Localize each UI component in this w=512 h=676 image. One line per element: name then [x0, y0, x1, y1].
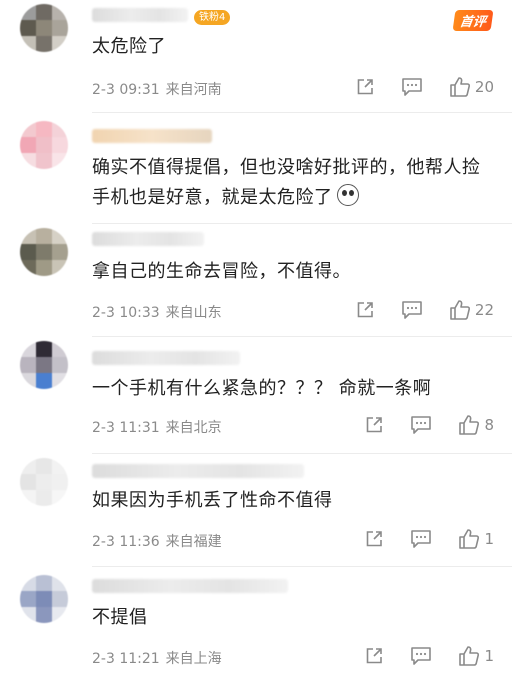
comment-location: 来自福建 [165, 534, 222, 550]
share-icon [367, 531, 383, 547]
comment-text: 太危险了 [92, 36, 166, 57]
like-button[interactable]: 20 [449, 76, 494, 98]
comment-item: 铁粉4 首评 太危险了 2-3 09:31 来自河南 20 [0, 0, 512, 112]
comment-icon [411, 647, 432, 665]
thumbs-up-icon [450, 300, 470, 320]
comment-actions: 22 [355, 299, 494, 321]
comment-meta: 2-3 09:31 来自河南 [92, 79, 222, 99]
username-blurred[interactable] [92, 579, 288, 593]
like-button[interactable]: 1 [458, 645, 494, 667]
avatar[interactable] [20, 4, 68, 52]
thumbs-up-icon [459, 646, 480, 666]
comment-meta: 2-3 11:21 来自上海 [92, 648, 222, 668]
avatar[interactable] [20, 341, 68, 389]
comment-text: 确实不值得提倡，但也没啥好批评的，他帮人捡手机也是好意，就是太危险了 [92, 153, 494, 213]
reply-button[interactable] [410, 529, 432, 549]
comment-icon [411, 416, 432, 434]
share-icon [367, 648, 383, 664]
reply-button[interactable] [410, 415, 432, 435]
thumbs-up-icon [459, 415, 480, 435]
comment-meta: 2-3 11:31 来自北京 [92, 417, 222, 437]
share-button[interactable] [355, 300, 375, 320]
comment-actions: 1 [364, 645, 494, 667]
share-button[interactable] [355, 77, 375, 97]
comment-location: 来自上海 [165, 651, 222, 667]
comment-time: 2-3 09:31 [92, 82, 160, 98]
username-blurred[interactable] [92, 464, 304, 478]
comment-time: 2-3 11:31 [92, 420, 160, 436]
thumbs-up-icon [450, 77, 470, 97]
like-count: 22 [474, 301, 494, 319]
share-button[interactable] [364, 415, 384, 435]
comment-item: 不提倡 2-3 11:21 来自上海 1 [0, 567, 512, 676]
like-count: 8 [484, 416, 494, 434]
reply-button[interactable] [401, 300, 423, 320]
share-button[interactable] [364, 529, 384, 549]
comment-text-content: 确实不值得提倡，但也没啥好批评的，他帮人捡手机也是好意，就是太危险了 [92, 157, 481, 208]
like-button[interactable]: 22 [449, 299, 494, 321]
comment-time: 2-3 11:21 [92, 651, 160, 667]
reply-button[interactable] [410, 646, 432, 666]
avatar[interactable] [20, 228, 68, 276]
comment-actions: 20 [355, 76, 494, 98]
share-icon [357, 79, 373, 95]
comment-location: 来自河南 [165, 82, 222, 98]
comment-item: 如果因为手机丢了性命不值得 2-3 11:36 来自福建 1 [0, 454, 512, 566]
comment-location: 来自山东 [165, 305, 222, 321]
comment-icon [402, 301, 422, 319]
comment-icon [411, 530, 432, 548]
username-blurred[interactable] [92, 232, 204, 246]
comment-actions: 8 [364, 414, 494, 436]
comment-location: 来自北京 [165, 420, 222, 436]
username-blurred[interactable] [92, 129, 212, 143]
comment-time: 2-3 11:36 [92, 534, 160, 550]
share-icon [367, 417, 383, 433]
comment-time: 2-3 10:33 [92, 305, 160, 321]
avatar[interactable] [20, 458, 68, 506]
comment-text: 不提倡 [92, 607, 148, 628]
fan-badge: 铁粉4 [194, 10, 231, 25]
avatar[interactable] [20, 121, 68, 169]
comment-icon [402, 78, 422, 96]
like-count: 1 [484, 530, 494, 548]
like-button[interactable]: 8 [458, 414, 494, 436]
like-count: 1 [484, 647, 494, 665]
comment-text: 如果因为手机丢了性命不值得 [92, 490, 333, 511]
comment-actions: 1 [364, 528, 494, 550]
avatar[interactable] [20, 575, 68, 623]
share-button[interactable] [364, 646, 384, 666]
comment-text: 一个手机有什么紧急的？？？ 命就一条啊 [92, 378, 432, 399]
first-comment-badge: 首评 [452, 10, 494, 31]
comment-meta: 2-3 11:36 来自福建 [92, 531, 222, 551]
like-button[interactable]: 1 [458, 528, 494, 550]
comment-item: 一个手机有什么紧急的？？？ 命就一条啊 2-3 11:31 来自北京 8 [0, 337, 512, 453]
thumbs-up-icon [459, 529, 480, 549]
shocked-emoji-icon [336, 184, 359, 206]
username-blurred[interactable] [92, 8, 188, 22]
share-icon [357, 302, 373, 318]
comment-item: 确实不值得提倡，但也没啥好批评的，他帮人捡手机也是好意，就是太危险了 [0, 113, 512, 223]
reply-button[interactable] [401, 77, 423, 97]
comment-text: 拿自己的生命去冒险，不值得。 [92, 261, 351, 282]
username-blurred[interactable] [92, 351, 240, 365]
comment-item: 拿自己的生命去冒险，不值得。 2-3 10:33 来自山东 22 [0, 224, 512, 336]
like-count: 20 [474, 78, 494, 96]
comment-meta: 2-3 10:33 来自山东 [92, 302, 222, 322]
